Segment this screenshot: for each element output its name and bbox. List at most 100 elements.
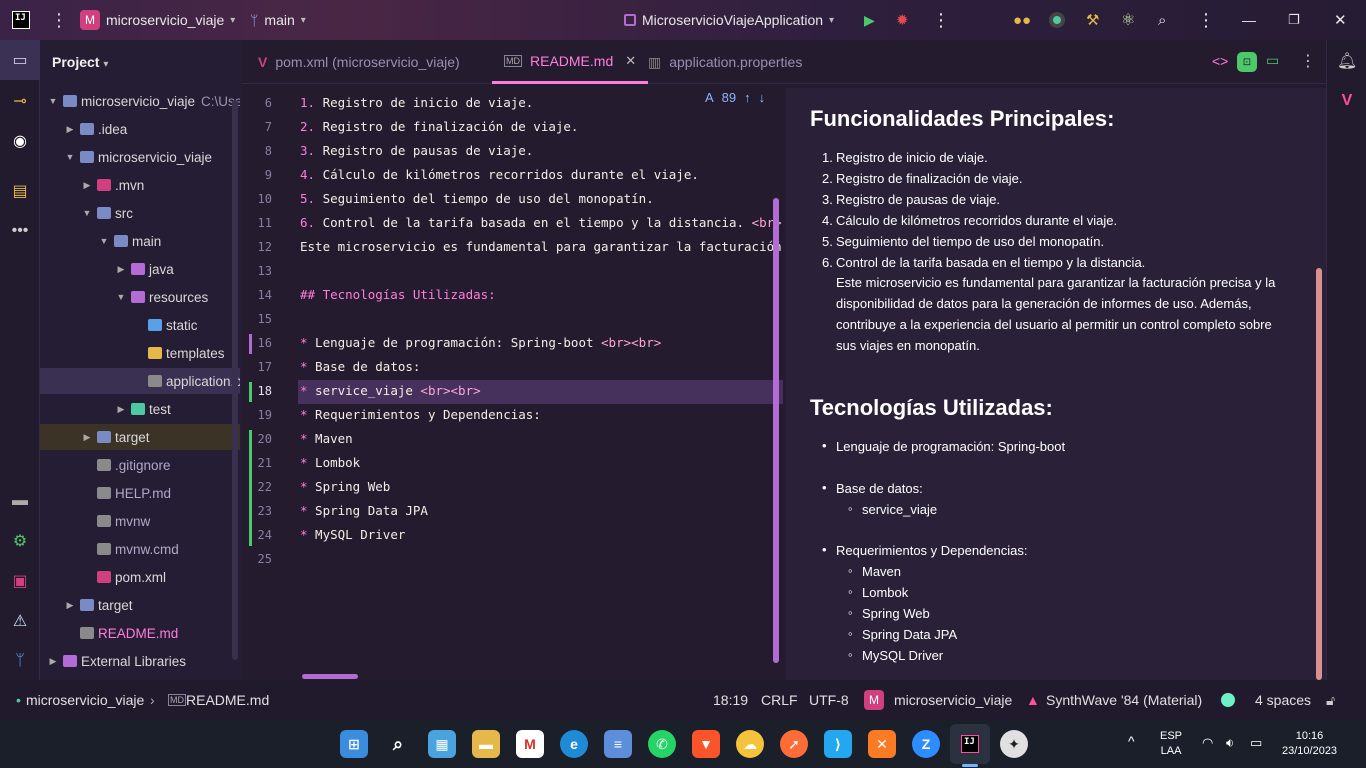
github-icon[interactable]: ◉ [9, 130, 31, 152]
tree-item[interactable]: ▶ .mvn [40, 172, 240, 198]
tree-item[interactable]: ▶ External Libraries [40, 648, 240, 674]
indent-setting[interactable]: 4 spaces [1255, 692, 1311, 708]
chevron-down-icon[interactable]: ▼ [63, 152, 77, 162]
xampp-icon[interactable]: ✕ [868, 730, 896, 758]
line-separator[interactable]: CRLF [761, 692, 798, 708]
tree-item[interactable]: ▶ target [40, 424, 240, 450]
run-icon[interactable]: ▶ [864, 12, 875, 29]
project-tool-icon[interactable]: ▭ [0, 40, 40, 80]
ai-assistant-icon[interactable]: ⚛ [1121, 10, 1135, 30]
tree-item[interactable]: application.p [40, 368, 240, 394]
tab-options-icon[interactable]: ⋮ [1300, 51, 1316, 71]
run-config-selector[interactable]: MicroservicioViajeApplication ▾ [624, 12, 834, 28]
windows-start-icon[interactable]: ⊞ [340, 730, 368, 758]
chevron-right-icon[interactable]: ▶ [63, 124, 77, 135]
tree-item[interactable]: .gitignore [40, 452, 240, 478]
battery-icon[interactable]: ▭ [1250, 735, 1262, 750]
chevron-down-icon[interactable]: ▼ [80, 208, 94, 218]
tree-item[interactable]: ▼ src [40, 200, 240, 226]
chevron-down-icon[interactable]: ▼ [114, 292, 128, 302]
close-icon[interactable]: ✕ [1334, 11, 1347, 29]
branch-selector[interactable]: ᛘ main ▾ [250, 12, 306, 28]
horizontal-scrollbar[interactable] [302, 674, 358, 679]
services-icon[interactable]: ▬ [9, 490, 31, 512]
tree-item[interactable]: ▼ main [40, 228, 240, 254]
language-indicator[interactable]: ESP LAA [1160, 729, 1182, 759]
lock-icon[interactable]: 🔓︎ [1326, 692, 1335, 709]
tree-item[interactable]: mvnw.cmd [40, 536, 240, 562]
vscode-icon[interactable]: ⟩ [824, 730, 852, 758]
more-tools-icon[interactable]: ••• [9, 220, 31, 242]
project-scrollbar[interactable] [232, 100, 238, 660]
build-tools-icon[interactable]: ⚒ [1086, 11, 1099, 29]
file-explorer-icon[interactable]: ▬ [472, 730, 500, 758]
minimize-icon[interactable]: — [1242, 12, 1256, 28]
more-actions-icon[interactable]: ⋮ [932, 10, 950, 31]
search-icon[interactable]: ⌕ [1158, 12, 1166, 29]
tree-item[interactable]: README.md [40, 620, 240, 646]
cursor-position[interactable]: 18:19 [713, 692, 748, 708]
project-selector[interactable]: M microservicio_viaje ▾ [80, 10, 235, 30]
structure-icon[interactable]: ▤ [9, 180, 31, 202]
project-panel-title[interactable]: Project ▾ [52, 54, 108, 70]
status-circle-icon[interactable] [1221, 693, 1235, 707]
split-view-icon[interactable]: ⊡ [1237, 52, 1257, 72]
volume-icon[interactable]: 🔉︎ [1226, 735, 1234, 750]
chevron-down-icon[interactable]: ▼ [97, 236, 111, 246]
file-encoding[interactable]: UTF-8 [809, 692, 849, 708]
notification-dot-icon[interactable] [1049, 12, 1065, 28]
commit-icon[interactable]: ⊸ [9, 90, 31, 112]
theme-name[interactable]: SynthWave '84 (Material) [1046, 692, 1202, 708]
code-with-me-icon[interactable]: ●● [1013, 12, 1031, 29]
maximize-icon[interactable]: ❐ [1288, 12, 1300, 28]
app-icon[interactable]: ✦ [1000, 730, 1028, 758]
git-icon[interactable]: ᛘ [9, 650, 31, 672]
chevron-right-icon[interactable]: ▶ [63, 600, 77, 611]
tab-pom-xml[interactable]: Vpom.xml (microservicio_viaje) [246, 40, 472, 84]
clock[interactable]: 10:16 23/10/2023 [1282, 729, 1337, 759]
notepad-icon[interactable]: ≡ [604, 730, 632, 758]
intellij-taskbar-icon[interactable]: IJ [950, 724, 990, 764]
gear-icon[interactable]: ⚙ [9, 530, 31, 552]
chevron-down-icon[interactable]: ▼ [46, 96, 60, 106]
breadcrumb-project[interactable]: microservicio_viaje [26, 692, 144, 708]
chevron-right-icon[interactable]: ▶ [114, 404, 128, 415]
tree-item[interactable]: ▼ resources [40, 284, 240, 310]
intellij-logo-icon[interactable]: IJ [12, 11, 30, 29]
notifications-bell-icon[interactable]: 🔔︎ [1336, 50, 1358, 72]
debug-icon[interactable]: ✹ [896, 11, 909, 29]
module-name[interactable]: microservicio_viaje [894, 692, 1012, 708]
brave-icon[interactable]: ▼ [692, 730, 720, 758]
preview-scrollbar[interactable] [1316, 268, 1322, 680]
chevron-right-icon[interactable]: ▶ [46, 656, 60, 667]
tree-item[interactable]: pom.xml [40, 564, 240, 590]
weather-icon[interactable]: ☁ [736, 730, 764, 758]
store-icon[interactable]: ▦ [428, 730, 456, 758]
code-editor[interactable]: 1. Registro de inicio de viaje. 2. Regist… [298, 88, 783, 680]
tree-item[interactable]: templates [40, 340, 240, 366]
problems-icon[interactable]: ⚠ [9, 610, 31, 632]
tree-item[interactable]: HELP.md [40, 480, 240, 506]
search-icon[interactable]: ⌕ [384, 730, 412, 758]
tree-item[interactable]: ▶ .idea [40, 116, 240, 142]
maven-tool-icon[interactable]: V [1336, 90, 1358, 112]
tree-item[interactable]: ▶ java [40, 256, 240, 282]
main-menu-icon[interactable]: ⋮ [50, 10, 68, 31]
postman-icon[interactable]: ➚ [780, 730, 808, 758]
tree-item[interactable]: mvnw [40, 508, 240, 534]
code-view-icon[interactable]: <> [1212, 53, 1228, 69]
inspection-widget[interactable]: A 89 ↑ ↓ [701, 90, 770, 105]
close-tab-icon[interactable]: ✕ [625, 53, 636, 69]
tree-item[interactable]: ▶ target [40, 592, 240, 618]
chevron-right-icon[interactable]: ▶ [114, 264, 128, 275]
settings-more-icon[interactable]: ⋮ [1197, 10, 1215, 31]
terminal-icon[interactable]: ▣ [9, 570, 31, 592]
tab-application-properties[interactable]: ▥ application.properties [636, 40, 814, 84]
tree-item[interactable]: ▶ test [40, 396, 240, 422]
zoom-icon[interactable]: Z [912, 730, 940, 758]
preview-view-icon[interactable]: ▭ [1266, 52, 1279, 69]
tree-item[interactable]: ▼ microservicio_viaje [40, 144, 240, 170]
whatsapp-icon[interactable]: ✆ [648, 730, 676, 758]
wifi-icon[interactable]: ◠ [1202, 735, 1213, 750]
tab-readme[interactable]: MD README.md ✕ [492, 40, 649, 84]
